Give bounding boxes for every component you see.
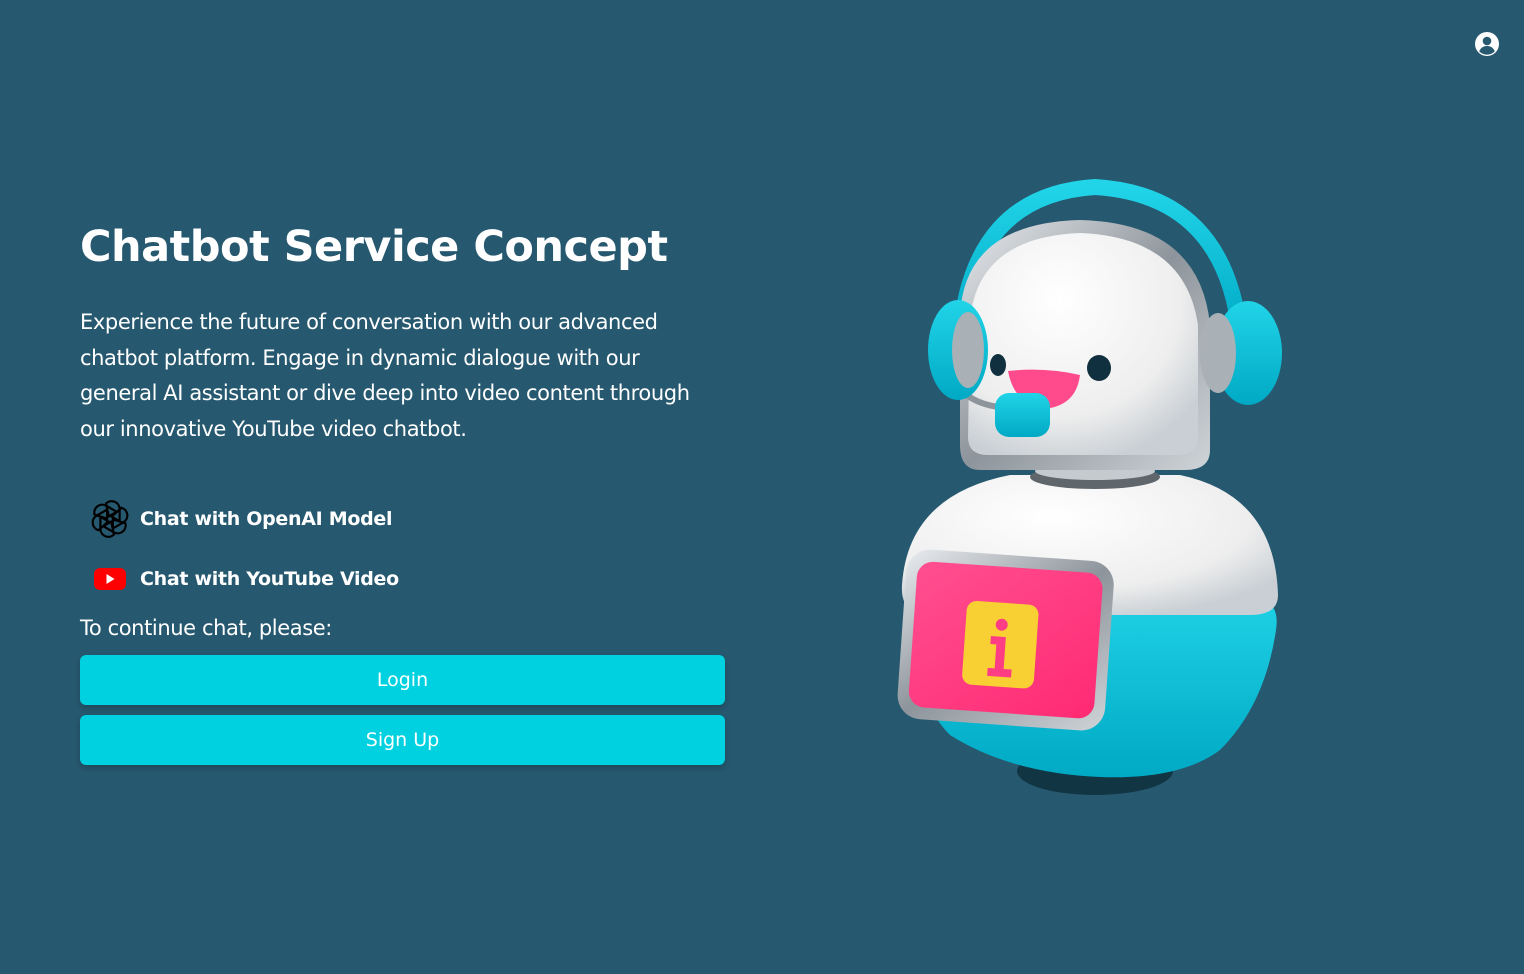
hero-description: Experience the future of conversation wi… <box>80 310 690 441</box>
user-account-icon[interactable] <box>1473 30 1501 58</box>
chat-youtube-link[interactable]: Chat with YouTube Video <box>80 557 725 601</box>
continue-prompt: To continue chat, please: <box>80 616 332 640</box>
youtube-logo-icon <box>90 559 130 599</box>
chat-openai-label: Chat with OpenAI Model <box>140 508 393 530</box>
login-button[interactable]: Login <box>80 655 725 705</box>
openai-logo-icon <box>90 499 130 539</box>
chat-openai-link[interactable]: Chat with OpenAI Model <box>80 497 725 541</box>
page-title: Chatbot Service Concept <box>80 222 668 272</box>
chat-youtube-label: Chat with YouTube Video <box>140 568 399 590</box>
hero-section: Chatbot Service Concept Experience the f… <box>80 215 725 765</box>
landing-page: Chatbot Service Concept Experience the f… <box>0 0 1524 974</box>
robot-illustration <box>880 175 1300 805</box>
signup-button[interactable]: Sign Up <box>80 715 725 765</box>
